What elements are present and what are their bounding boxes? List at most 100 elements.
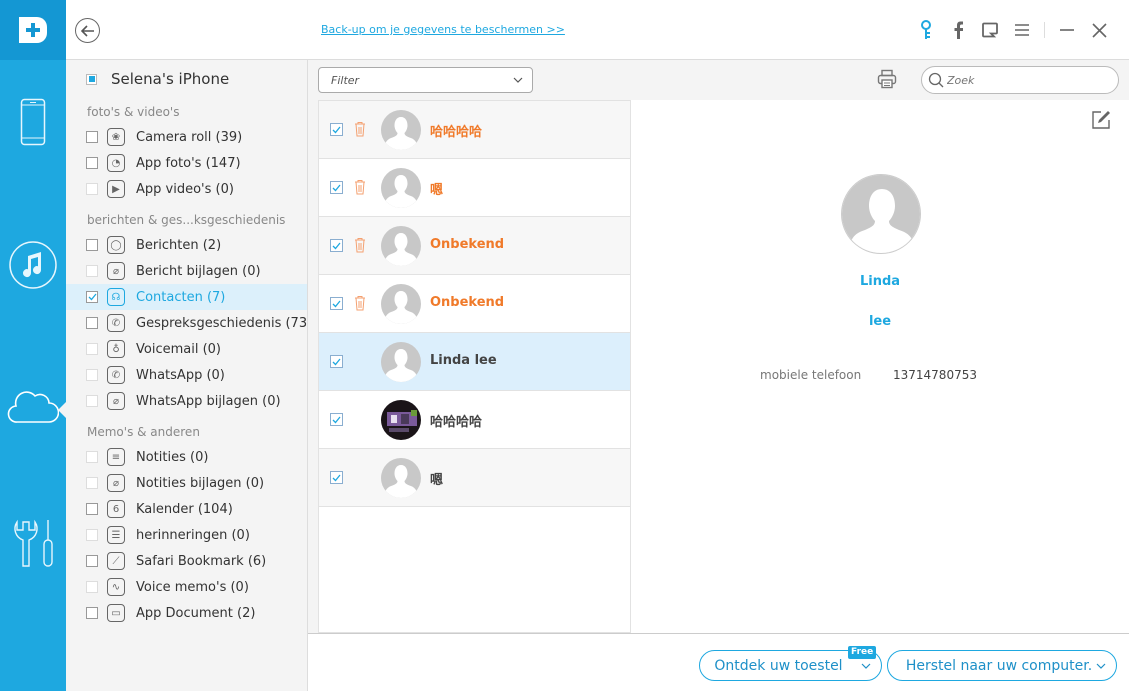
back-button[interactable] bbox=[75, 18, 100, 43]
item-checkbox[interactable] bbox=[86, 183, 98, 195]
contact-name: Onbekend bbox=[430, 295, 505, 310]
field-label-mobile: mobiele telefoon bbox=[760, 368, 862, 382]
contact-row[interactable]: 哈哈哈哈 bbox=[319, 101, 630, 159]
feedback-button[interactable] bbox=[974, 18, 1006, 42]
contact-row[interactable]: Onbekend bbox=[319, 217, 630, 275]
contact-last-name: lee bbox=[868, 314, 892, 329]
minimize-button[interactable] bbox=[1051, 18, 1083, 42]
item-label: Safari Bookmark (6) bbox=[136, 553, 267, 569]
item-checkbox[interactable] bbox=[86, 581, 98, 593]
sidebar-item[interactable]: ✆ WhatsApp (0) bbox=[66, 362, 307, 388]
contact-row[interactable]: 嗯 bbox=[319, 159, 630, 217]
device-row[interactable]: Selena's iPhone bbox=[66, 60, 307, 98]
contact-row[interactable]: Onbekend bbox=[319, 275, 630, 333]
trash-icon bbox=[354, 237, 366, 257]
contact-checkbox[interactable] bbox=[330, 471, 343, 484]
app-window: Back-up om je gegevens te beschermen >> … bbox=[0, 0, 1129, 691]
item-checkbox[interactable] bbox=[86, 157, 98, 169]
play-icon: ▶ bbox=[107, 180, 125, 198]
discover-device-button[interactable]: Ontdek uw toestel Free bbox=[699, 646, 882, 681]
edit-button[interactable] bbox=[1091, 110, 1111, 134]
contact-checkbox[interactable] bbox=[330, 413, 343, 426]
facebook-icon bbox=[954, 21, 963, 39]
chevron-down-icon bbox=[1096, 663, 1106, 669]
item-checkbox[interactable] bbox=[86, 369, 98, 381]
sidebar-item[interactable]: ▭ App Document (2) bbox=[66, 600, 307, 626]
item-checkbox[interactable] bbox=[86, 239, 98, 251]
edit-icon bbox=[1092, 111, 1110, 129]
sidebar-item[interactable]: ⌀ Bericht bijlagen (0) bbox=[66, 258, 307, 284]
contact-row[interactable]: Linda lee bbox=[319, 333, 630, 391]
item-checkbox[interactable] bbox=[86, 477, 98, 489]
sidebar-item[interactable]: ⌀ WhatsApp bijlagen (0) bbox=[66, 388, 307, 414]
contact-checkbox[interactable] bbox=[330, 355, 343, 368]
contact-avatar bbox=[381, 342, 421, 382]
sidebar-item[interactable]: ≡ Notities (0) bbox=[66, 444, 307, 470]
contact-checkbox[interactable] bbox=[330, 239, 343, 252]
search-box[interactable] bbox=[921, 66, 1119, 94]
item-label: Notities bijlagen (0) bbox=[136, 475, 265, 491]
contact-checkbox[interactable] bbox=[330, 181, 343, 194]
check-icon bbox=[332, 300, 341, 307]
facebook-button[interactable] bbox=[942, 18, 974, 42]
check-icon bbox=[332, 474, 341, 481]
contact-list: 哈哈哈哈嗯 Onbekend Onbekend Linda lee 哈哈哈哈嗯 bbox=[318, 100, 631, 633]
search-input[interactable] bbox=[947, 73, 1097, 87]
search-icon bbox=[928, 72, 944, 88]
item-checkbox[interactable] bbox=[86, 555, 98, 567]
contact-row[interactable]: 嗯 bbox=[319, 449, 630, 507]
menu-button[interactable] bbox=[1006, 18, 1038, 42]
contact-checkbox[interactable] bbox=[330, 297, 343, 310]
sidebar-item[interactable]: ⌀ Notities bijlagen (0) bbox=[66, 470, 307, 496]
filter-placeholder: Filter bbox=[331, 73, 360, 87]
item-checkbox[interactable] bbox=[86, 317, 98, 329]
rail-cloud[interactable] bbox=[0, 388, 66, 424]
filter-dropdown[interactable]: Filter bbox=[318, 67, 533, 93]
contact-first-name: Linda bbox=[859, 274, 901, 289]
key-button[interactable] bbox=[910, 18, 942, 42]
item-label: WhatsApp (0) bbox=[136, 367, 225, 383]
arrow-left-icon bbox=[80, 24, 94, 37]
item-checkbox[interactable] bbox=[86, 291, 98, 303]
device-checkbox[interactable] bbox=[86, 73, 97, 85]
sidebar-item[interactable]: ▶ App video's (0) bbox=[66, 176, 307, 202]
rail-phone[interactable] bbox=[0, 98, 66, 146]
sidebar-item[interactable]: ◔ App foto's (147) bbox=[66, 150, 307, 176]
contact-checkbox[interactable] bbox=[330, 123, 343, 136]
sidebar-item[interactable]: ❀ Camera roll (39) bbox=[66, 124, 307, 150]
person-icon bbox=[381, 458, 421, 498]
sidebar-item[interactable]: ∿ Voice memo's (0) bbox=[66, 574, 307, 600]
sidebar-item[interactable]: ☰ herinneringen (0) bbox=[66, 522, 307, 548]
close-icon bbox=[1091, 22, 1107, 38]
contact-avatar bbox=[381, 284, 421, 324]
rail-music[interactable] bbox=[0, 240, 66, 290]
close-button[interactable] bbox=[1083, 18, 1115, 42]
item-checkbox[interactable] bbox=[86, 343, 98, 355]
item-checkbox[interactable] bbox=[86, 131, 98, 143]
sidebar-item[interactable]: ☊ Contacten (7) bbox=[66, 284, 307, 310]
item-checkbox[interactable] bbox=[86, 395, 98, 407]
separator bbox=[1044, 22, 1045, 38]
photo-icon: ◔ bbox=[107, 154, 125, 172]
item-checkbox[interactable] bbox=[86, 607, 98, 619]
rail-tools[interactable] bbox=[0, 518, 66, 570]
sidebar-item[interactable]: ◯ Berichten (2) bbox=[66, 232, 307, 258]
item-checkbox[interactable] bbox=[86, 529, 98, 541]
item-checkbox[interactable] bbox=[86, 451, 98, 463]
message-icon: ◯ bbox=[107, 236, 125, 254]
contact-row[interactable]: 哈哈哈哈 bbox=[319, 391, 630, 449]
sidebar-item[interactable]: ♁ Voicemail (0) bbox=[66, 336, 307, 362]
restore-to-computer-button[interactable]: Herstel naar uw computer. bbox=[887, 650, 1117, 681]
action-bar: Ontdek uw toestel Free Herstel naar uw c… bbox=[308, 633, 1129, 691]
tools-icon bbox=[14, 519, 53, 567]
item-checkbox[interactable] bbox=[86, 503, 98, 515]
sidebar-item[interactable]: ✆ Gespreksgeschiedenis (73) bbox=[66, 310, 312, 336]
item-checkbox[interactable] bbox=[86, 265, 98, 277]
sidebar-item[interactable]: ⟋ Safari Bookmark (6) bbox=[66, 548, 307, 574]
backup-link[interactable]: Back-up om je gegevens te beschermen >> bbox=[321, 23, 565, 36]
sidebar-item[interactable]: 6 Kalender (104) bbox=[66, 496, 307, 522]
folder-icon: ▭ bbox=[107, 604, 125, 622]
print-button[interactable] bbox=[877, 69, 897, 93]
contact-avatar bbox=[381, 168, 421, 208]
microphone-icon: ♁ bbox=[107, 340, 125, 358]
